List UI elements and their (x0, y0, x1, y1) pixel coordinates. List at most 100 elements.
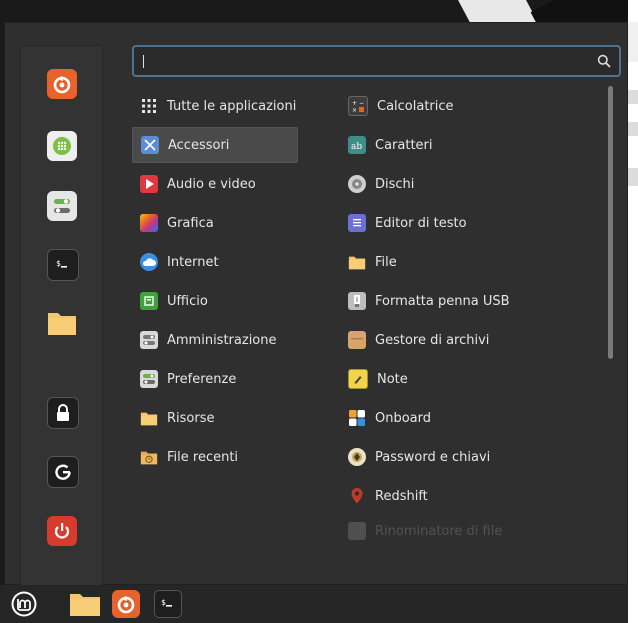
category-all-applications[interactable]: Tutte le applicazioni (132, 88, 298, 124)
taskbar: $ (0, 585, 628, 623)
office-icon (140, 292, 158, 310)
svg-text:−: − (359, 100, 364, 107)
archive-icon (348, 331, 366, 349)
redshift-icon (348, 487, 366, 505)
sidebar-firefox[interactable] (47, 69, 77, 99)
power-icon (54, 523, 70, 539)
app-label: Gestore di archivi (375, 332, 490, 348)
administration-icon (140, 331, 158, 349)
app-bulk-rename[interactable]: Rinominatore di file (340, 517, 600, 545)
firefox-icon (53, 76, 71, 94)
folder-icon (70, 594, 100, 616)
category-label: File recenti (167, 449, 239, 465)
sidebar-terminal[interactable]: $ (47, 249, 79, 281)
category-administration[interactable]: Amministrazione (132, 322, 298, 358)
sidebar-system-settings[interactable] (47, 191, 77, 221)
category-label: Tutte le applicazioni (167, 98, 297, 114)
search-input[interactable] (142, 51, 586, 73)
svg-text:+: + (352, 100, 357, 107)
graphics-icon (140, 214, 158, 232)
terminal-icon: $ (56, 259, 67, 268)
app-text-editor[interactable]: Editor di testo (340, 205, 600, 241)
category-accessories[interactable]: Accessori (132, 127, 298, 163)
app-files[interactable]: File (340, 244, 600, 280)
app-label: Caratteri (375, 137, 433, 153)
category-label: Ufficio (167, 293, 208, 309)
recent-files-icon (140, 448, 158, 466)
app-label: Rinominatore di file (375, 523, 503, 539)
category-internet[interactable]: Internet (132, 244, 298, 280)
app-label: Password e chiavi (375, 449, 491, 465)
app-label: Formatta penna USB (375, 293, 510, 309)
category-office[interactable]: Ufficio (132, 283, 298, 319)
category-label: Amministrazione (167, 332, 277, 348)
usb-icon (348, 292, 366, 310)
app-onboard[interactable]: Onboard (340, 400, 600, 436)
category-label: Internet (167, 254, 219, 270)
terminal-icon: $ (154, 590, 182, 618)
category-label: Risorse (167, 410, 215, 426)
svg-text:ab: ab (351, 142, 362, 152)
app-label: Redshift (375, 488, 428, 504)
app-label: Calcolatrice (377, 98, 454, 114)
sidebar-lock-screen[interactable] (47, 397, 79, 429)
category-label: Grafica (167, 215, 214, 231)
sidebar-software-manager[interactable] (47, 131, 77, 161)
firefox-icon (112, 590, 140, 618)
category-label: Audio e video (167, 176, 256, 192)
passwords-keys-icon (348, 448, 366, 466)
disks-icon (348, 175, 366, 193)
sidebar-logout[interactable] (47, 456, 79, 488)
svg-text:$: $ (56, 259, 61, 268)
folder-icon (348, 253, 366, 271)
category-preferences[interactable]: Preferenze (132, 361, 298, 397)
app-notes[interactable]: Note (340, 361, 600, 397)
calculator-icon: + − × (348, 96, 368, 116)
taskbar-firefox-launcher[interactable] (110, 588, 142, 620)
svg-text:$: $ (161, 598, 166, 607)
svg-text:×: × (352, 107, 357, 113)
places-folder-icon (140, 409, 158, 427)
fonts-icon: ab (348, 136, 366, 154)
preferences-icon (140, 370, 158, 388)
linux-mint-logo-icon (11, 591, 37, 617)
category-label: Accessori (168, 137, 230, 153)
settings-icon (54, 199, 70, 213)
search-box[interactable] (132, 45, 621, 77)
app-label: Onboard (375, 410, 432, 426)
app-label: File (375, 254, 397, 270)
sidebar-files[interactable] (47, 308, 77, 338)
menu-sidebar: $ (20, 45, 103, 589)
category-places[interactable]: Risorse (132, 400, 298, 436)
logout-icon (55, 464, 71, 480)
sidebar-shutdown[interactable] (47, 516, 77, 546)
lock-icon (57, 404, 69, 421)
taskbar-files-launcher[interactable] (68, 588, 102, 620)
software-manager-icon (53, 137, 71, 155)
application-menu: $ Tutte le applicazioni Accessori Audio … (4, 22, 628, 589)
app-passwords-keys[interactable]: Password e chiavi (340, 439, 600, 475)
all-apps-grid-icon (140, 97, 158, 115)
apps-scrollbar[interactable] (608, 86, 613, 359)
app-calculator[interactable]: + − × Calcolatrice (340, 88, 600, 124)
search-icon (597, 54, 611, 68)
app-usb-formatter[interactable]: Formatta penna USB (340, 283, 600, 319)
notes-icon (348, 369, 368, 389)
app-label: Dischi (375, 176, 415, 192)
text-editor-icon (348, 214, 366, 232)
app-fonts[interactable]: ab Caratteri (340, 127, 600, 163)
app-redshift[interactable]: Redshift (340, 478, 600, 514)
folder-icon (48, 313, 76, 335)
category-graphics[interactable]: Grafica (132, 205, 298, 241)
category-recent-files[interactable]: File recenti (132, 439, 298, 475)
onboard-keyboard-icon (348, 409, 366, 427)
taskbar-terminal-launcher[interactable]: $ (152, 588, 184, 620)
app-archive-manager[interactable]: Gestore di archivi (340, 322, 600, 358)
app-disks[interactable]: Dischi (340, 166, 600, 202)
desktop-edge (628, 0, 638, 623)
accessories-icon (141, 136, 159, 154)
category-label: Preferenze (167, 371, 237, 387)
category-audio-video[interactable]: Audio e video (132, 166, 298, 202)
internet-cloud-icon (140, 253, 158, 271)
menu-button[interactable] (6, 588, 42, 620)
